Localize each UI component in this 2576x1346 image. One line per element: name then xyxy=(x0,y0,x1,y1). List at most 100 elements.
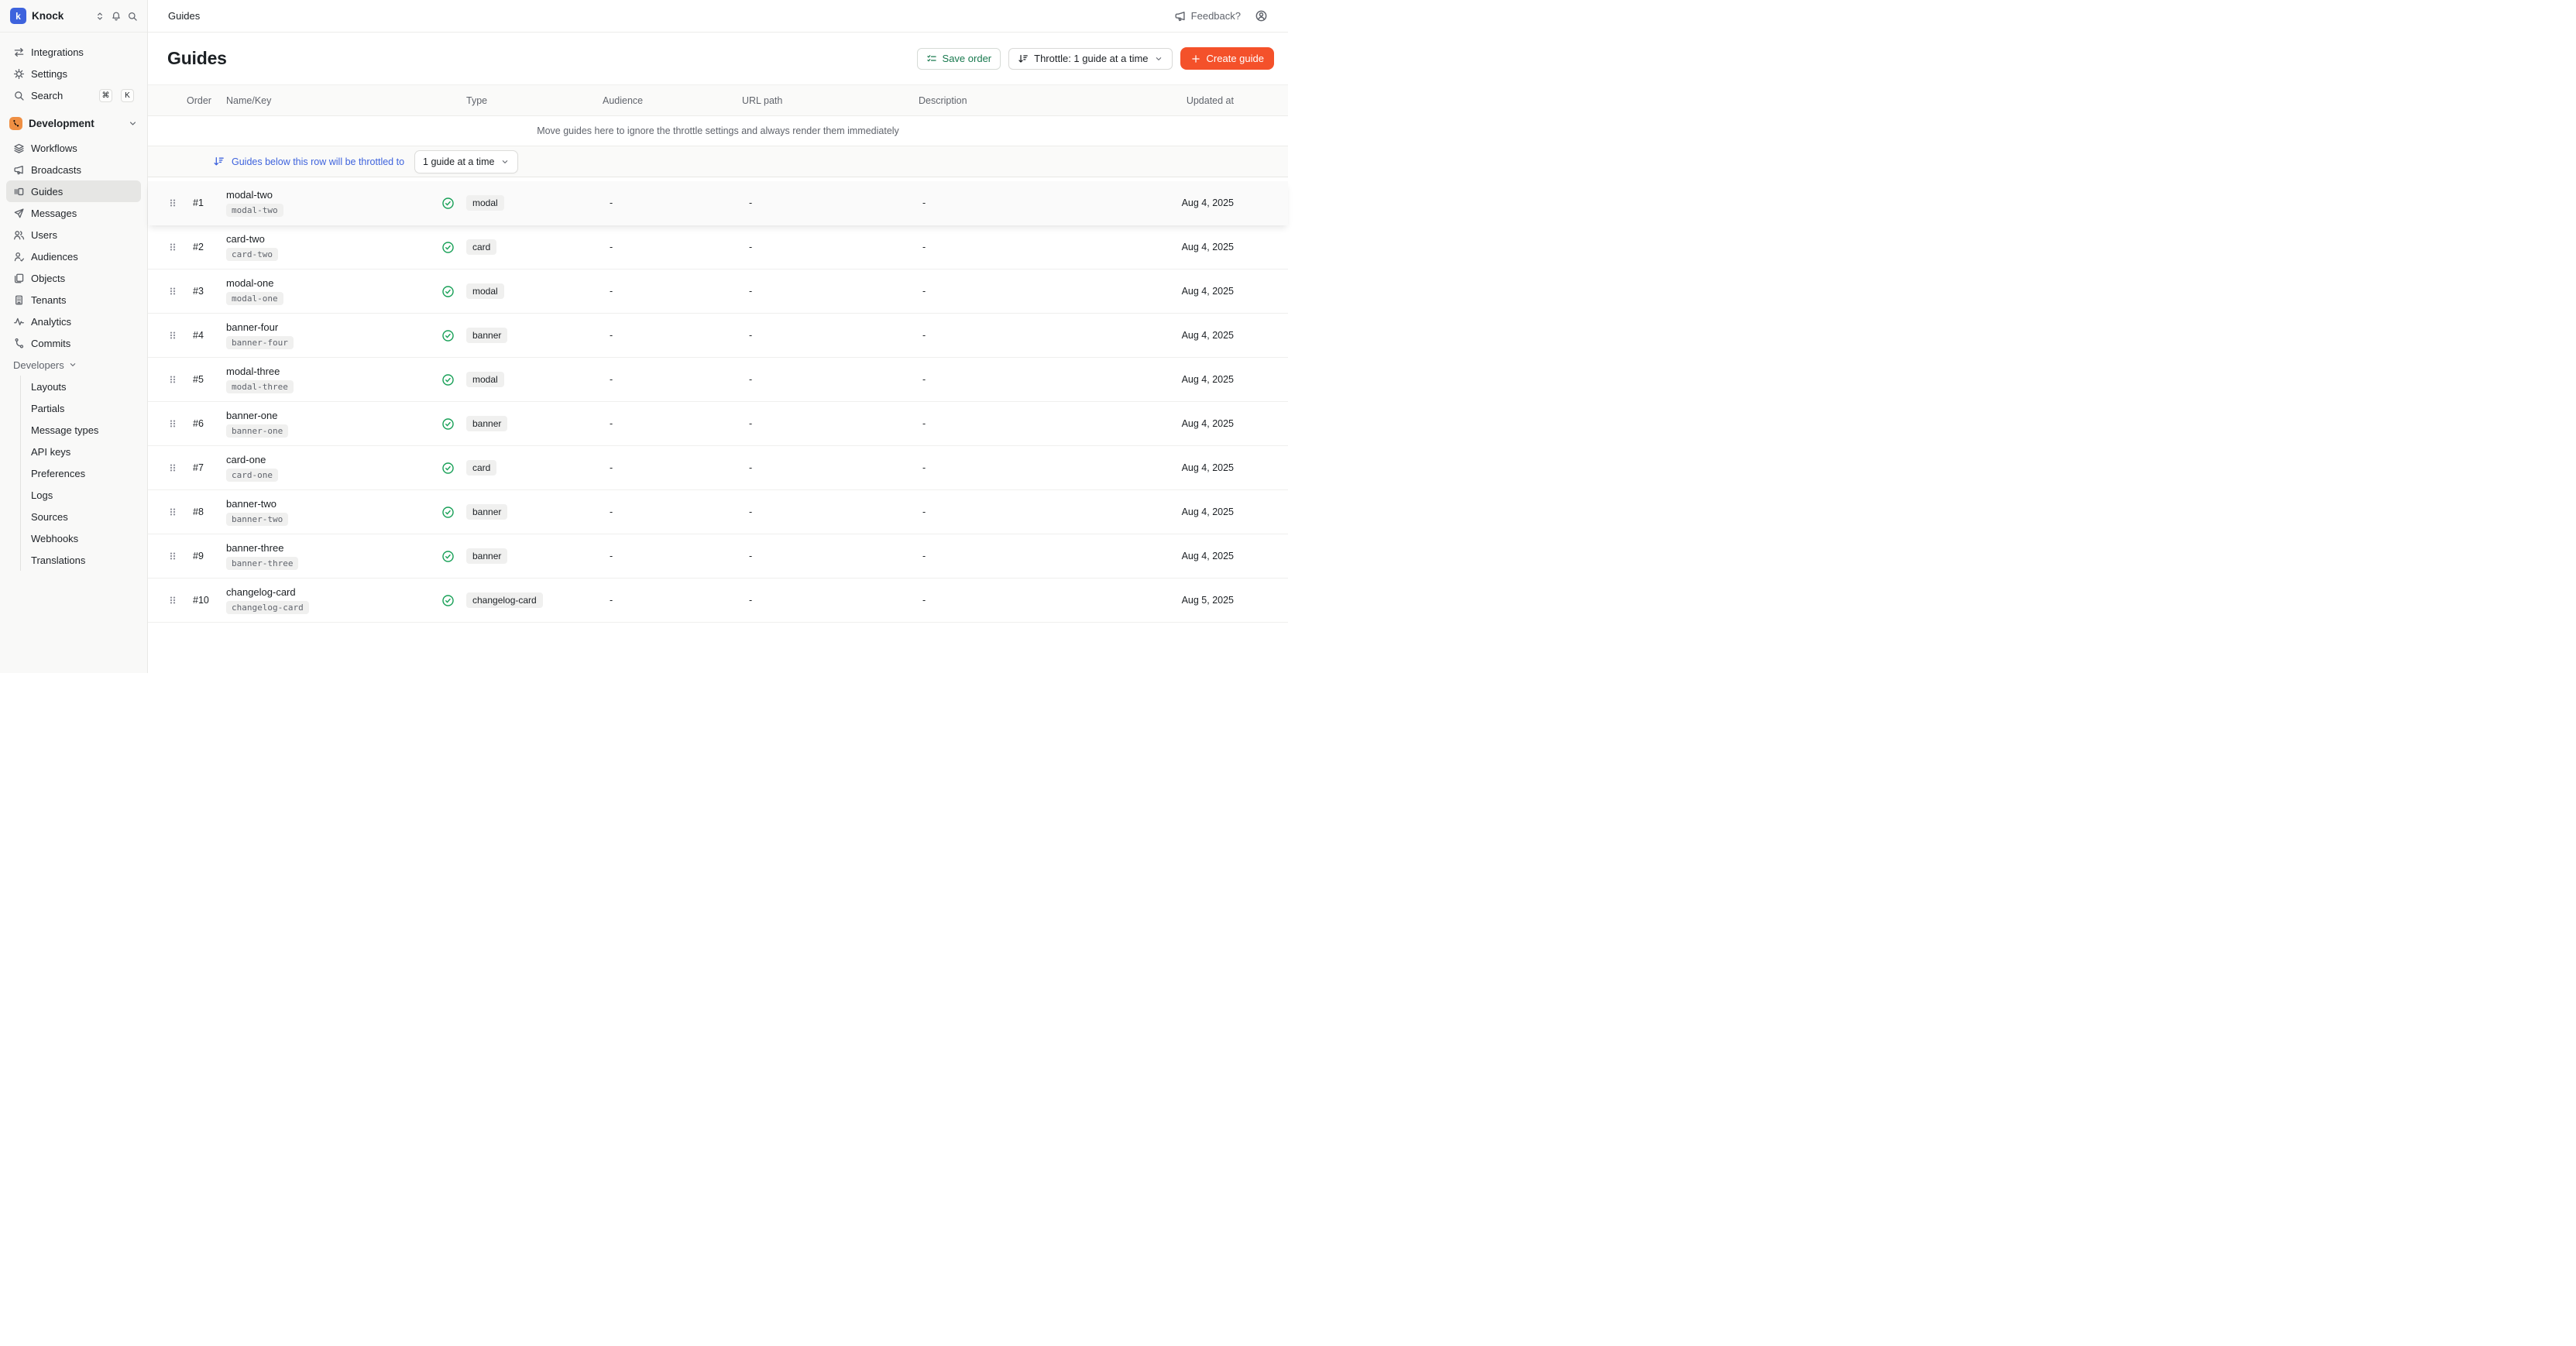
commits-icon xyxy=(13,338,25,349)
workspace-switcher[interactable]: k Knock xyxy=(0,0,147,33)
drag-handle[interactable] xyxy=(162,550,184,562)
guide-name[interactable]: card-one xyxy=(226,454,266,465)
guide-name[interactable]: modal-three xyxy=(226,366,280,377)
sidebar-item-audiences[interactable]: Audiences xyxy=(6,246,141,267)
table-row[interactable]: #5 modal-three modal-three modal - - - A… xyxy=(148,358,1288,402)
table-row[interactable]: #3 modal-one modal-one modal - - - Aug 4… xyxy=(148,270,1288,314)
column-header-updated-at: Updated at xyxy=(1112,95,1234,106)
description-value: - xyxy=(911,242,1112,252)
save-order-button[interactable]: Save order xyxy=(917,48,1001,70)
table-row[interactable]: #4 banner-four banner-four banner - - - … xyxy=(148,314,1288,358)
sidebar-item-messages[interactable]: Messages xyxy=(6,202,141,224)
drag-handle[interactable] xyxy=(162,241,184,253)
audience-value: - xyxy=(598,286,737,297)
description-value: - xyxy=(911,197,1112,208)
column-header-order: Order xyxy=(184,95,226,106)
environment-switcher[interactable]: Development xyxy=(6,112,141,134)
sidebar-item-search[interactable]: Search ⌘K xyxy=(6,84,141,106)
development-env-icon xyxy=(9,117,22,130)
guide-name[interactable]: banner-three xyxy=(226,542,283,554)
type-badge: modal xyxy=(466,372,504,387)
notifications-bell-icon[interactable] xyxy=(111,11,122,22)
sidebar-item-settings[interactable]: Settings xyxy=(6,63,141,84)
drag-handle[interactable] xyxy=(162,417,184,430)
guide-name[interactable]: changelog-card xyxy=(226,586,296,598)
sidebar-item-workflows[interactable]: Workflows xyxy=(6,137,141,159)
table-row[interactable]: #8 banner-two banner-two banner - - - Au… xyxy=(148,490,1288,534)
updated-at-value: Aug 4, 2025 xyxy=(1112,374,1234,385)
audience-value: - xyxy=(598,418,737,429)
table-row[interactable]: #2 card-two card-two card - - - Aug 4, 2… xyxy=(148,225,1288,270)
main-area: Guides Feedback? Guides Save order Throt… xyxy=(148,0,1288,673)
search-icon[interactable] xyxy=(127,11,138,22)
row-order: #2 xyxy=(184,242,226,252)
knock-logo: k xyxy=(10,8,26,24)
developers-label: Developers xyxy=(13,359,64,371)
megaphone-icon xyxy=(1174,10,1187,22)
table-header-row: OrderName/KeyTypeAudienceURL pathDescrip… xyxy=(148,84,1288,116)
guide-name[interactable]: banner-two xyxy=(226,498,276,510)
workflows-icon xyxy=(13,142,25,154)
guide-name[interactable]: modal-two xyxy=(226,189,273,201)
sidebar-subitem-webhooks[interactable]: Webhooks xyxy=(31,527,141,549)
sidebar-item-broadcasts[interactable]: Broadcasts xyxy=(6,159,141,180)
table-row[interactable]: #10 changelog-card changelog-card change… xyxy=(148,579,1288,623)
guide-key-badge: banner-four xyxy=(226,336,294,349)
guide-name[interactable]: banner-four xyxy=(226,321,278,333)
environment-label: Development xyxy=(29,118,122,129)
guide-name[interactable]: modal-one xyxy=(226,277,273,289)
throttle-amount-select[interactable]: 1 guide at a time xyxy=(414,150,518,173)
objects-icon xyxy=(13,273,25,284)
sidebar-subitem-api-keys[interactable]: API keys xyxy=(31,441,141,462)
sidebar-item-integrations[interactable]: Integrations xyxy=(6,41,141,63)
type-badge: modal xyxy=(466,195,504,211)
updated-at-value: Aug 4, 2025 xyxy=(1112,551,1234,561)
table-row[interactable]: #9 banner-three banner-three banner - - … xyxy=(148,534,1288,579)
developers-section-toggle[interactable]: Developers xyxy=(6,354,141,376)
column-header-name-key: Name/Key xyxy=(226,95,434,106)
sidebar-item-analytics[interactable]: Analytics xyxy=(6,311,141,332)
drag-handle[interactable] xyxy=(162,285,184,297)
sidebar-subitem-translations[interactable]: Translations xyxy=(31,549,141,571)
drag-handle[interactable] xyxy=(162,506,184,518)
description-value: - xyxy=(911,506,1112,517)
throttle-dropdown-button[interactable]: Throttle: 1 guide at a time xyxy=(1008,48,1172,70)
sidebar-item-tenants[interactable]: Tenants xyxy=(6,289,141,311)
page-title: Guides xyxy=(167,48,227,69)
table-row[interactable]: #1 modal-two modal-two modal - - - Aug 4… xyxy=(148,181,1288,225)
description-value: - xyxy=(911,374,1112,385)
sidebar-item-guides[interactable]: Guides xyxy=(6,180,141,202)
table-row[interactable]: #6 banner-one banner-one banner - - - Au… xyxy=(148,402,1288,446)
type-badge: card xyxy=(466,239,496,255)
guide-name[interactable]: card-two xyxy=(226,233,265,245)
sidebar-subitem-message-types[interactable]: Message types xyxy=(31,419,141,441)
account-avatar-icon[interactable] xyxy=(1255,9,1268,22)
sidebar-subitem-logs[interactable]: Logs xyxy=(31,484,141,506)
url-path-value: - xyxy=(737,374,911,385)
ignore-throttle-dropzone[interactable]: Move guides here to ignore the throttle … xyxy=(148,116,1288,146)
feedback-button[interactable]: Feedback? xyxy=(1174,10,1241,22)
sidebar-item-objects[interactable]: Objects xyxy=(6,267,141,289)
drag-handle[interactable] xyxy=(162,594,184,606)
throttle-divider-link[interactable]: Guides below this row will be throttled … xyxy=(232,156,404,167)
sidebar-item-commits[interactable]: Commits xyxy=(6,332,141,354)
audience-value: - xyxy=(598,506,737,517)
drag-handle[interactable] xyxy=(162,373,184,386)
url-path-value: - xyxy=(737,197,911,208)
sidebar-subitem-layouts[interactable]: Layouts xyxy=(31,376,141,397)
drag-handle[interactable] xyxy=(162,462,184,474)
sidebar-subitem-preferences[interactable]: Preferences xyxy=(31,462,141,484)
type-badge: modal xyxy=(466,283,504,299)
drag-handle[interactable] xyxy=(162,197,184,209)
table-row[interactable]: #7 card-one card-one card - - - Aug 4, 2… xyxy=(148,446,1288,490)
create-guide-button[interactable]: Create guide xyxy=(1180,47,1274,70)
sidebar-subitem-partials[interactable]: Partials xyxy=(31,397,141,419)
guide-key-badge: banner-three xyxy=(226,557,298,570)
sidebar-item-users[interactable]: Users xyxy=(6,224,141,246)
guide-name[interactable]: banner-one xyxy=(226,410,278,421)
sidebar-subitem-sources[interactable]: Sources xyxy=(31,506,141,527)
messages-icon xyxy=(13,208,25,219)
url-path-value: - xyxy=(737,551,911,561)
collapse-icon[interactable] xyxy=(94,11,105,22)
drag-handle[interactable] xyxy=(162,329,184,342)
